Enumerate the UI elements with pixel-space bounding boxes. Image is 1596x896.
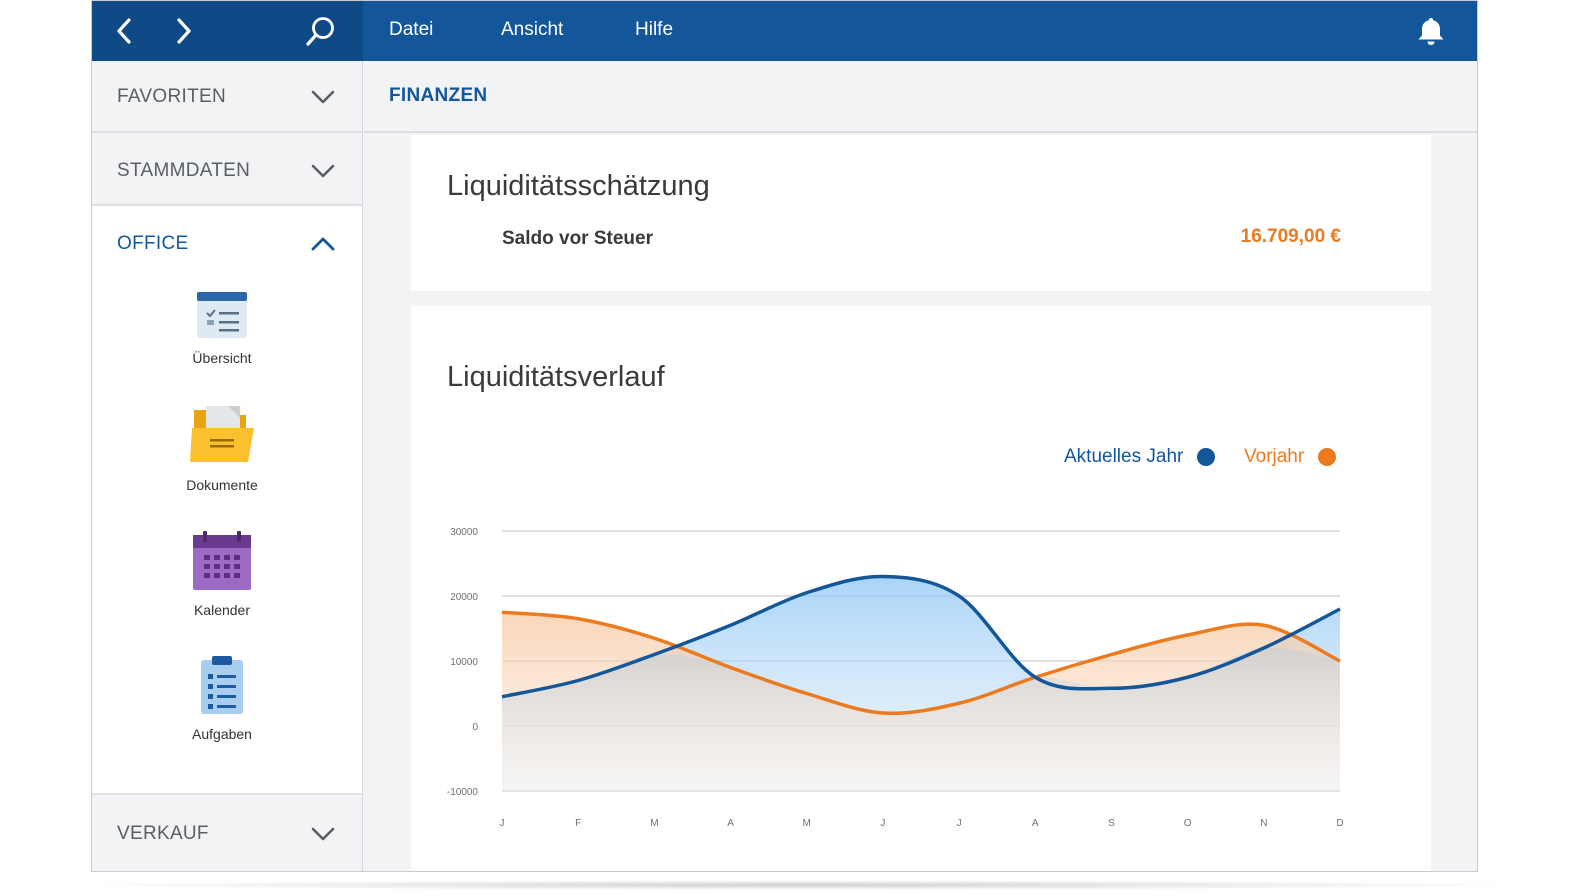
search-icon (306, 17, 334, 46)
liquidity-history-card: Liquiditätsverlauf Aktuelles Jahr Vorjah… (411, 306, 1431, 871)
page-title: FINANZEN (389, 85, 488, 106)
office-item-label: Kalender (193, 602, 251, 618)
overview-icon (197, 292, 247, 338)
window-shadow (60, 880, 1536, 890)
chevron-right-icon (177, 18, 191, 44)
x-tick-label: M (650, 818, 658, 829)
chevron-down-icon (311, 164, 335, 178)
tasks-icon (201, 656, 243, 714)
office-item-label: Dokumente (186, 477, 258, 493)
navigation-area (92, 1, 363, 61)
liquidity-estimate-card: Liquiditätsschätzung Saldo vor Steuer 16… (411, 135, 1431, 291)
x-tick-label: S (1108, 818, 1115, 829)
x-tick-label: A (727, 818, 734, 829)
liquidity-chart: 30000 20000 10000 0 -10000 J F M A M J J A S O N D (447, 527, 1344, 829)
x-tick-label: J (957, 818, 962, 829)
menu-ansicht[interactable]: Ansicht (501, 1, 563, 61)
x-tick-label: J (500, 818, 505, 829)
sidebar-section-favoriten[interactable]: FAVORITEN (92, 61, 362, 133)
back-button[interactable] (109, 15, 141, 47)
office-item-overview[interactable]: Übersicht (142, 289, 302, 366)
app-window: Datei Ansicht Hilfe FAVORITEN STAMMDATEN… (91, 0, 1478, 872)
y-tick-label: 20000 (450, 592, 478, 603)
chevron-left-icon (117, 18, 131, 44)
x-tick-label: J (880, 818, 885, 829)
menu-hilfe[interactable]: Hilfe (635, 1, 673, 61)
y-tick-label: 0 (472, 722, 478, 733)
office-item-label: Übersicht (192, 350, 252, 366)
sidebar-section-stammdaten[interactable]: STAMMDATEN (92, 133, 362, 206)
notifications-button[interactable] (1415, 15, 1447, 47)
x-tick-label: O (1184, 818, 1192, 829)
office-item-calendar[interactable]: Kalender (142, 531, 302, 618)
top-bar: Datei Ansicht Hilfe (92, 1, 1477, 61)
sidebar-section-label: STAMMDATEN (117, 160, 251, 181)
x-tick-label: D (1336, 818, 1343, 829)
sidebar-section-label: OFFICE (117, 233, 189, 254)
sidebar-section-verkauf[interactable]: VERKAUF (92, 793, 362, 871)
folder-icon (190, 406, 254, 462)
x-tick-label: N (1260, 818, 1267, 829)
office-item-documents[interactable]: Dokumente (142, 404, 302, 493)
menu-datei[interactable]: Datei (389, 1, 433, 61)
office-item-label: Aufgaben (192, 726, 252, 742)
chevron-down-icon (311, 90, 335, 104)
x-tick-label: A (1032, 818, 1039, 829)
balance-value: 16.709,00 € (1240, 226, 1341, 247)
forward-button[interactable] (167, 15, 199, 47)
x-tick-label: F (575, 818, 581, 829)
x-tick-label: M (803, 818, 811, 829)
y-tick-label: 10000 (450, 657, 478, 668)
estimate-title: Liquiditätsschätzung (447, 170, 710, 202)
calendar-icon (193, 531, 251, 590)
office-item-tasks[interactable]: Aufgaben (142, 655, 302, 742)
chevron-up-icon[interactable] (310, 236, 336, 252)
sidebar-section-label: FAVORITEN (117, 86, 226, 107)
y-tick-label: 30000 (450, 527, 478, 538)
bell-icon (1418, 18, 1444, 45)
balance-label: Saldo vor Steuer (502, 228, 653, 249)
sidebar: FAVORITEN STAMMDATEN OFFICE Übersicht Do… (92, 61, 363, 871)
y-tick-label: -10000 (447, 787, 479, 798)
breadcrumb-bar: FINANZEN (364, 61, 1477, 133)
chevron-down-icon (311, 827, 335, 841)
search-button[interactable] (305, 15, 337, 47)
sidebar-section-label: VERKAUF (117, 823, 209, 844)
